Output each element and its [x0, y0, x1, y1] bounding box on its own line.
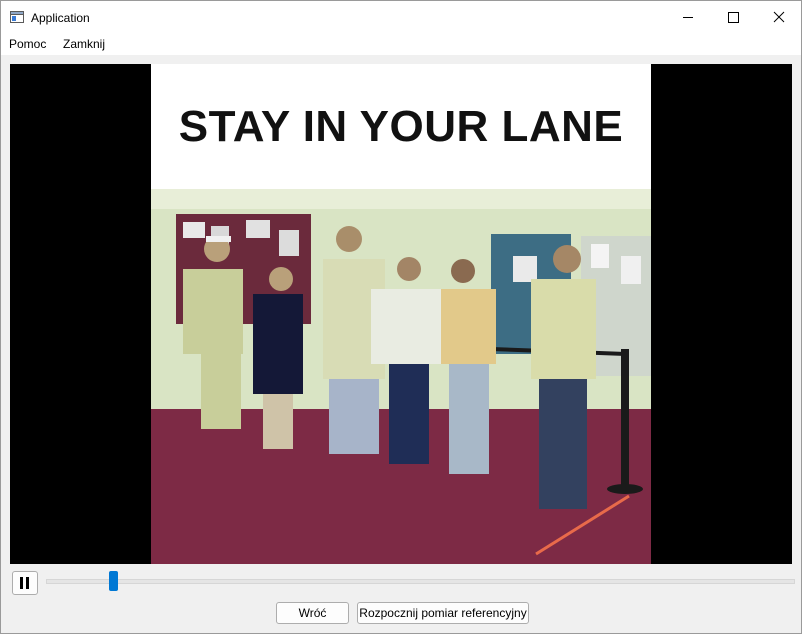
close-button[interactable] [756, 1, 801, 34]
maximize-button[interactable] [710, 1, 756, 34]
maximize-icon [728, 12, 739, 23]
minimize-icon [683, 17, 693, 18]
app-icon [10, 11, 24, 23]
video-display[interactable]: STAY IN YOUR LANE [10, 64, 792, 564]
pause-button[interactable] [12, 571, 38, 595]
application-window: Application Pomoc Zamknij STAY IN YOUR L… [0, 0, 802, 634]
window-title: Application [31, 11, 90, 25]
video-frame: STAY IN YOUR LANE [151, 64, 651, 564]
menu-item-pomoc[interactable]: Pomoc [9, 37, 46, 51]
close-icon [773, 11, 785, 23]
menu-item-zamknij[interactable]: Zamknij [63, 37, 105, 51]
start-reference-measurement-button[interactable]: Rozpocznij pomiar referencyjny [357, 602, 529, 624]
video-caption: STAY IN YOUR LANE [151, 64, 651, 189]
title-bar[interactable]: Application [1, 1, 801, 34]
back-button[interactable]: Wróć [276, 602, 349, 624]
seek-slider-handle[interactable] [108, 571, 118, 591]
seek-slider-track[interactable] [46, 579, 795, 584]
minimize-button[interactable] [664, 1, 710, 34]
menu-bar: Pomoc Zamknij [1, 34, 801, 55]
